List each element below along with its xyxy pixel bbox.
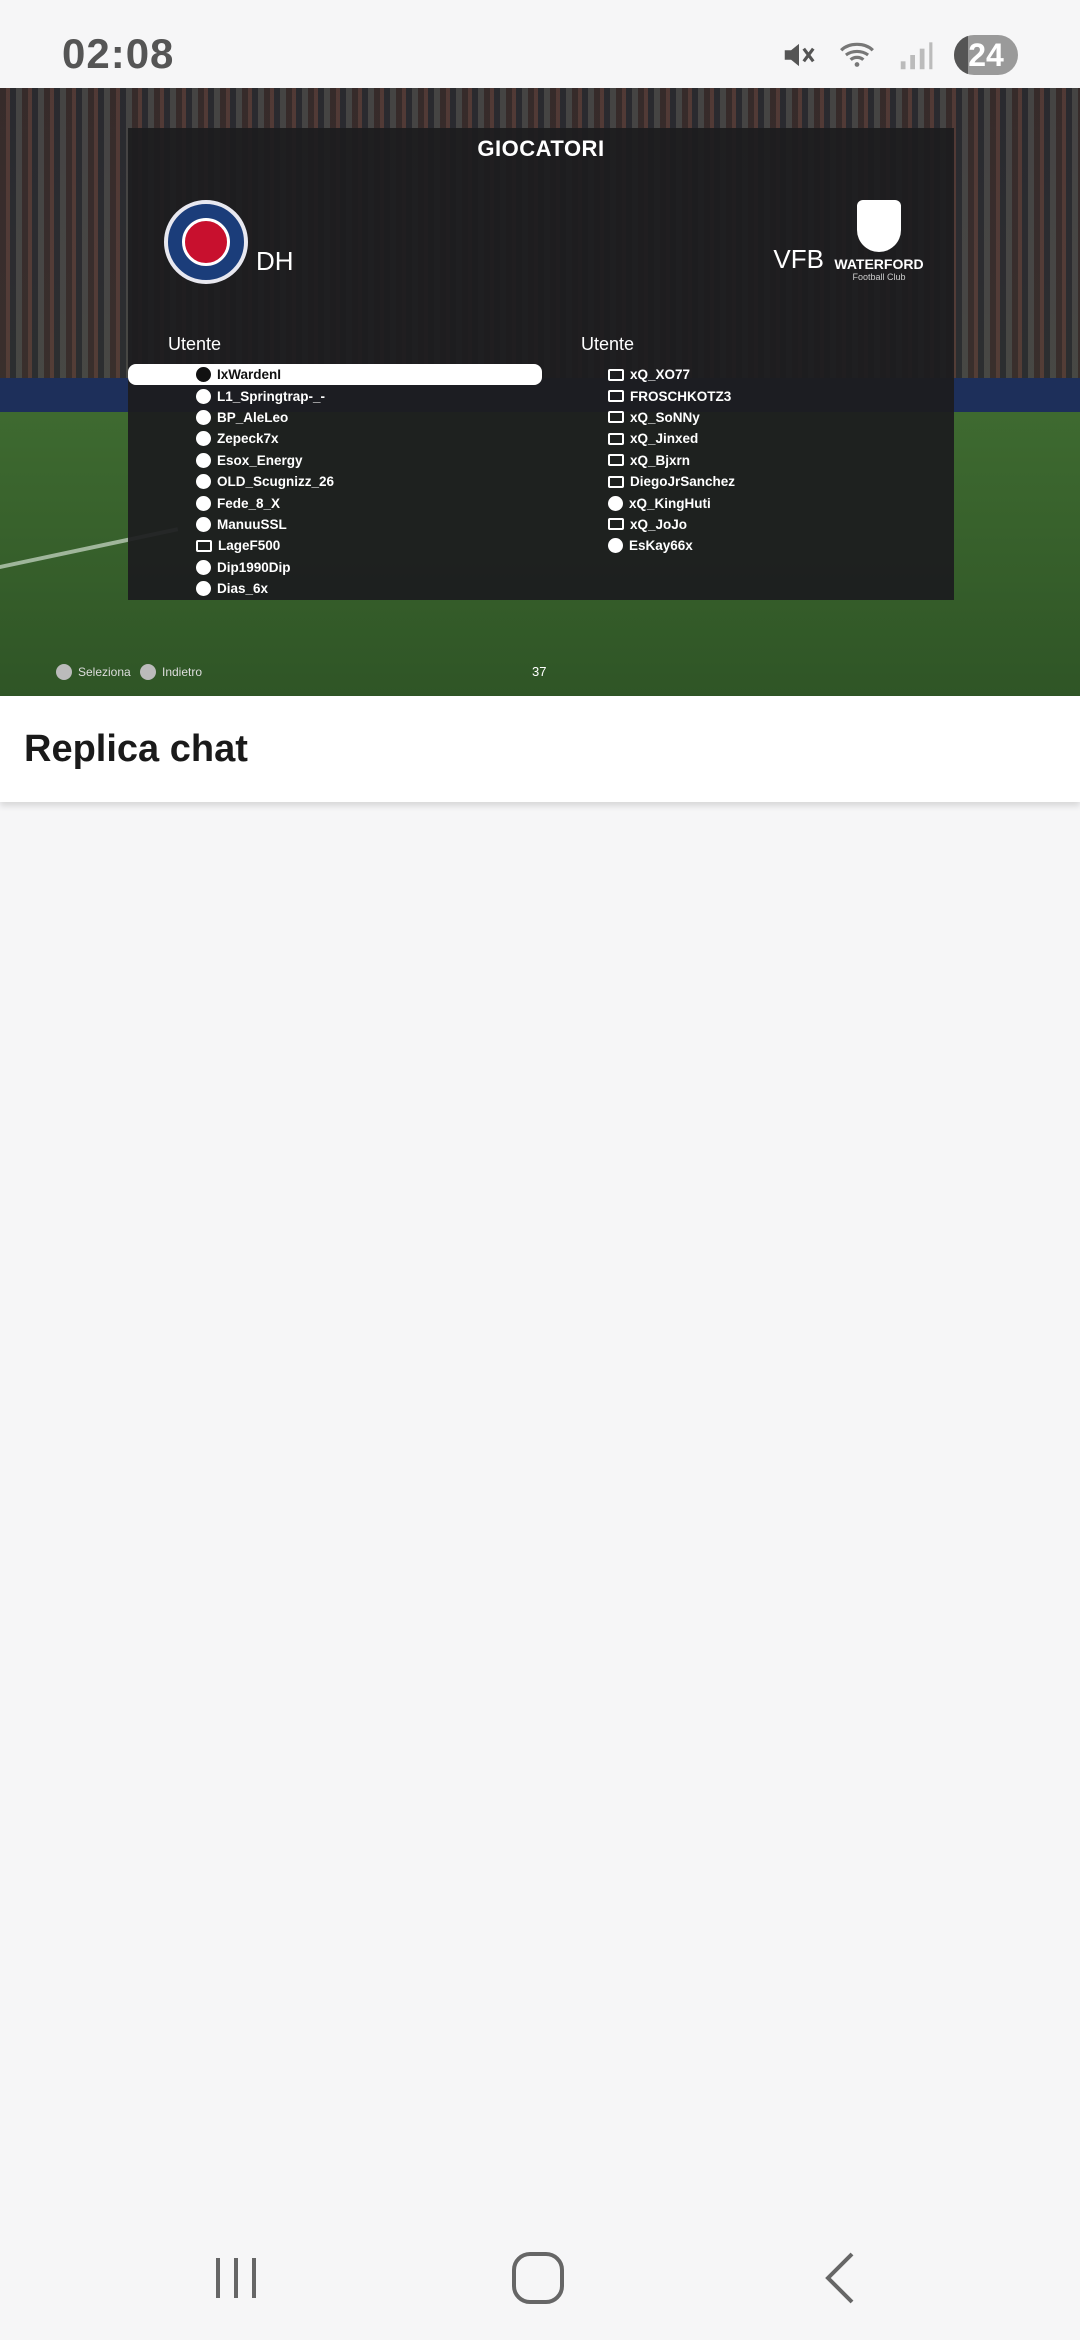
player-row[interactable]: FROSCHKOTZ3: [542, 385, 954, 406]
home-icon[interactable]: [508, 2248, 568, 2308]
right-team-code: VFB: [773, 244, 824, 274]
status-icons: 24: [780, 34, 1018, 76]
battery-icon: 24: [954, 35, 1018, 75]
player-row[interactable]: EsKay66x: [542, 535, 954, 556]
playstation-icon: [608, 538, 623, 554]
player-row[interactable]: DiegoJrSanchez: [542, 471, 954, 492]
pc-icon: [608, 411, 624, 424]
playstation-icon: [196, 474, 211, 490]
player-row[interactable]: Zepeck7x: [128, 428, 542, 449]
battery-level: 24: [968, 36, 1004, 73]
playstation-icon: [196, 452, 211, 468]
playstation-icon: [608, 495, 623, 511]
xbox-icon: [608, 390, 624, 403]
psg-crest-icon: [164, 200, 248, 284]
player-row[interactable]: LageF500: [128, 535, 542, 556]
hint-back: Indietro: [140, 664, 202, 680]
pc-icon: [608, 454, 624, 467]
playstation-icon: [196, 431, 211, 447]
pc-icon: [196, 539, 212, 552]
player-row[interactable]: xQ_KingHuti: [542, 492, 954, 513]
waterford-sub: Football Club: [852, 272, 906, 282]
player-row[interactable]: xQ_XO77: [542, 364, 954, 385]
signal-icon: [900, 42, 933, 70]
playstation-icon: [196, 388, 211, 404]
pc-icon: [608, 368, 624, 381]
player-row[interactable]: xQ_JoJo: [542, 514, 954, 535]
left-player-list: IxWardenI L1_Springtrap-_- BP_AleLeo Zep…: [128, 364, 542, 599]
game-screenshot[interactable]: GIOCATORI DH VFB WATERFORD Football Club…: [0, 88, 1080, 696]
player-row[interactable]: Fede_8_X: [128, 492, 542, 513]
player-row[interactable]: IxWardenI: [128, 364, 542, 386]
player-count: 37: [532, 664, 547, 679]
pc-icon: [608, 475, 624, 488]
player-row[interactable]: OLD_Scugnizz_26: [128, 471, 542, 492]
mute-icon: [784, 43, 815, 67]
player-row[interactable]: ManuuSSL: [128, 514, 542, 535]
playstation-icon: [196, 516, 211, 532]
wifi-icon: [840, 42, 874, 67]
panel-title: GIOCATORI: [477, 136, 605, 161]
page-title: Replica chat: [24, 728, 248, 770]
hint-select: Seleziona: [56, 664, 131, 680]
status-time: 02:08: [62, 30, 175, 77]
pc-icon: [608, 432, 624, 445]
player-row[interactable]: xQ_Bjxrn: [542, 450, 954, 471]
player-row[interactable]: Dias_6x: [128, 578, 542, 599]
player-row[interactable]: xQ_SoNNy: [542, 407, 954, 428]
player-row[interactable]: Esox_Energy: [128, 450, 542, 471]
playstation-icon: [196, 367, 211, 383]
back-icon[interactable]: [812, 2248, 872, 2308]
waterford-name: WATERFORD: [834, 256, 924, 272]
recent-apps-icon[interactable]: [206, 2248, 266, 2308]
player-row[interactable]: BP_AleLeo: [128, 407, 542, 428]
status-bar: 02:08 24: [0, 0, 1080, 88]
playstation-icon: [196, 581, 211, 597]
player-row[interactable]: L1_Springtrap-_-: [128, 385, 542, 406]
left-column-header: Utente: [168, 334, 222, 354]
players-panel: GIOCATORI DH VFB WATERFORD Football Club…: [128, 128, 954, 600]
player-row[interactable]: Dip1990Dip: [128, 557, 542, 578]
title-card: Replica chat: [0, 696, 1080, 802]
playstation-icon: [196, 559, 211, 575]
playstation-icon: [196, 495, 211, 511]
playstation-icon: [196, 409, 211, 425]
waterford-crest-icon: WATERFORD Football Club: [834, 200, 924, 284]
pc-icon: [608, 518, 624, 531]
left-team-code: DH: [256, 246, 294, 276]
navigation-bar: [0, 2220, 1080, 2320]
right-column-header: Utente: [581, 334, 635, 354]
player-row[interactable]: xQ_Jinxed: [542, 428, 954, 449]
circle-button-icon: [140, 664, 156, 680]
cross-button-icon: [56, 664, 72, 680]
right-player-list: xQ_XO77 FROSCHKOTZ3 xQ_SoNNy xQ_Jinxed x…: [542, 364, 954, 557]
